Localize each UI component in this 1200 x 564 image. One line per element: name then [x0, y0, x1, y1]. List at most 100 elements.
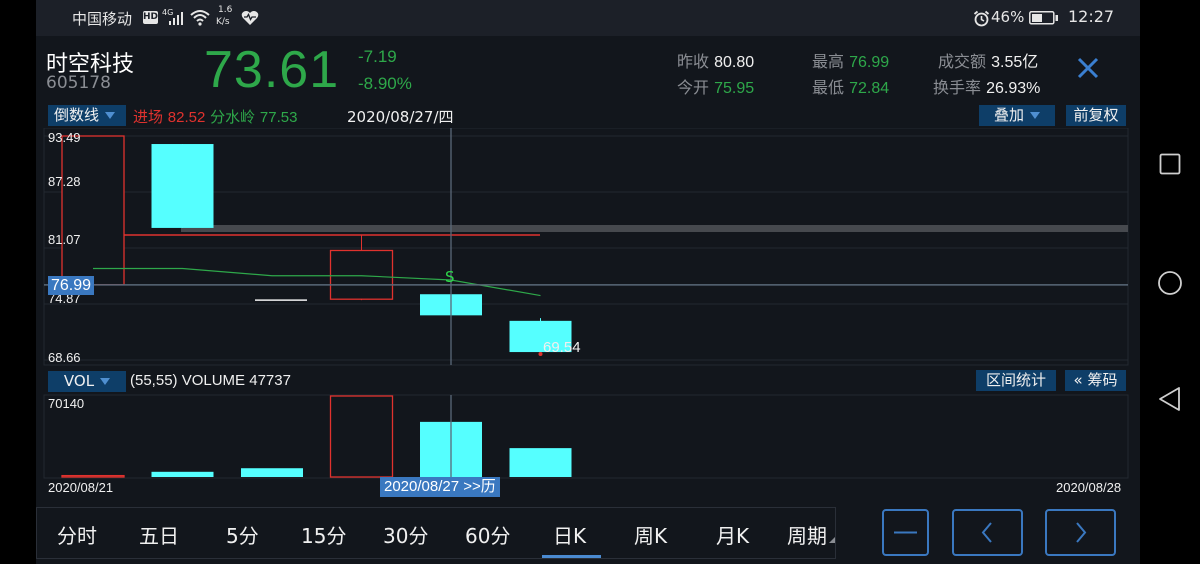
amount-stat: 成交额 3.55亿 [938, 48, 1038, 72]
status-bar: 中国移动 HD 4G 1.6 K/s 46% 12:27 [36, 0, 1140, 36]
prev-close-value: 80.80 [714, 54, 755, 71]
low-marker-dot [538, 352, 543, 357]
prev-close-stat: 昨收 80.80 [677, 48, 754, 72]
corner-triangle-icon [829, 537, 835, 543]
indicator-dropdown-label: 倒数线 [54, 106, 100, 124]
zoom-out-button[interactable] [882, 509, 929, 556]
candle-body [61, 135, 125, 286]
entry-value: 82.52 [167, 109, 206, 126]
stock-code: 605178 [46, 73, 111, 93]
signal-s-marker: S [445, 268, 455, 286]
watershed-value: 77.53 [259, 109, 298, 126]
volume-max-tick: 70140 [48, 396, 84, 411]
watershed-line [93, 267, 541, 297]
carrier-name: 中国移动 [72, 10, 133, 28]
volume-bar [509, 448, 572, 477]
tab-60min[interactable]: 60分 [465, 520, 510, 549]
volume-bar [61, 474, 125, 478]
period-menu-label: 周期 [787, 524, 827, 548]
dropdown-arrow-icon [100, 378, 111, 385]
speed-value: 1.6 [218, 5, 233, 15]
chevron-right-icon [1076, 522, 1087, 543]
amount-label: 成交额 [938, 52, 987, 71]
battery-percent: 46% [991, 8, 1025, 26]
close-icon[interactable] [1074, 54, 1102, 82]
scroll-right-button[interactable] [1045, 509, 1116, 556]
signal-icon [169, 12, 183, 25]
battery-icon [1029, 11, 1058, 25]
home-icon[interactable] [1157, 270, 1183, 296]
x-axis-end-date: 2020/08/28 [1056, 480, 1122, 495]
tab-intraday[interactable]: 分时 [57, 520, 97, 549]
prev-close-label: 昨收 [677, 52, 710, 71]
low-label: 最低 [812, 78, 845, 97]
turnover-value: 26.93% [986, 80, 1041, 97]
open-value: 75.95 [714, 80, 755, 97]
dropdown-arrow-icon [1030, 112, 1040, 119]
y-tick-label: 68.66 [48, 350, 81, 365]
volume-indicator-dropdown[interactable]: VOL [48, 371, 126, 392]
overlay-dropdown[interactable]: 叠加 [979, 105, 1055, 126]
tab-monthly-k[interactable]: 月K [716, 520, 749, 549]
low-price-marker-label: 69.54 [543, 339, 581, 356]
active-tab-indicator [542, 555, 601, 558]
tab-five-day[interactable]: 五日 [139, 520, 179, 549]
period-tab-bar: 分时 五日 5分 15分 30分 60分 日K 周K 月K 周期 [36, 507, 836, 559]
volume-params: (55,55) [130, 372, 178, 389]
indicator-dropdown[interactable]: 倒数线 [48, 105, 126, 126]
x-axis-start-date: 2020/08/21 [48, 480, 114, 495]
tab-weekly-k[interactable]: 周K [634, 520, 667, 549]
crosshair-price-label: 76.99 [48, 276, 95, 295]
cursor-date: 2020/08/27/四 [347, 108, 454, 126]
volume-chart-frame [43, 394, 1129, 479]
chevron-left-icon [981, 522, 992, 543]
interval-stats-button[interactable]: 区间统计 [976, 370, 1056, 391]
volume-info: (55,55) VOLUME 47737 [130, 372, 291, 389]
scroll-left-button[interactable] [952, 509, 1023, 556]
speed-unit: K/s [216, 17, 230, 27]
high-stat: 最高 76.99 [812, 48, 889, 72]
price-chart[interactable]: 93.49 87.28 81.07 74.87 68.66 [36, 128, 1140, 366]
tab-period-menu[interactable]: 周期 [787, 520, 835, 549]
volume-bar [151, 471, 214, 477]
y-tick-label: 93.49 [48, 130, 81, 145]
volume-value: 47737 [249, 372, 291, 389]
volume-bar [241, 468, 303, 477]
entry-label: 进场 [133, 108, 164, 126]
x-axis-cursor-date[interactable]: 2020/08/27 >>历 [380, 477, 500, 497]
system-nav-bar [1140, 0, 1200, 564]
turnover-label: 换手率 [933, 78, 982, 97]
back-icon[interactable] [1158, 386, 1182, 412]
volume-dropdown-label: VOL [63, 372, 95, 390]
high-label: 最高 [812, 52, 845, 71]
stock-app: 中国移动 HD 4G 1.6 K/s 46% 12:27 时空科技 605178… [36, 0, 1140, 564]
low-stat: 最低 72.84 [812, 74, 889, 98]
minus-icon [894, 531, 917, 534]
recent-apps-icon[interactable] [1159, 153, 1181, 175]
amount-value: 3.55亿 [991, 54, 1039, 71]
chips-button[interactable]: « 筹码 [1065, 370, 1126, 391]
tab-5min[interactable]: 5分 [226, 520, 259, 549]
y-tick-label: 87.28 [48, 174, 81, 189]
volume-bar [329, 395, 394, 478]
tab-daily-k[interactable]: 日K [553, 520, 586, 549]
dropdown-arrow-icon [105, 112, 116, 119]
tab-30min[interactable]: 30分 [383, 520, 428, 549]
watershed-label: 分水岭 [210, 108, 256, 126]
high-value: 76.99 [849, 54, 890, 71]
clock-time: 12:27 [1068, 7, 1115, 26]
indicator-values: 进场 82.52 分水岭 77.53 [133, 106, 297, 127]
y-tick-label: 81.07 [48, 232, 81, 247]
forward-adjust-button[interactable]: 前复权 [1066, 105, 1126, 126]
turnover-stat: 换手率 26.93% [933, 74, 1040, 98]
resistance-band [181, 225, 1128, 232]
current-price: 73.61 [204, 41, 340, 99]
price-change-percent: -8.90% [358, 74, 412, 93]
tab-15min[interactable]: 15分 [301, 520, 346, 549]
volume-chart[interactable]: 70140 [36, 394, 1140, 479]
open-stat: 今开 75.95 [677, 74, 754, 98]
wifi-icon [190, 10, 210, 26]
price-change: -7.19 [358, 47, 397, 66]
health-heart-icon [241, 11, 259, 25]
volume-label: VOLUME [181, 372, 246, 389]
